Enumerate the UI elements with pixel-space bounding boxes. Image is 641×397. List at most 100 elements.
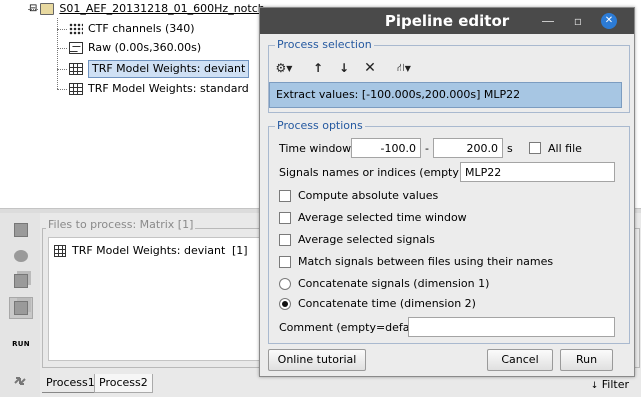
run-button[interactable]: RUN <box>9 333 33 355</box>
option-label: Compute absolute values <box>298 189 439 202</box>
comment-input[interactable] <box>408 317 615 337</box>
pipeline-menu-button[interactable]: ⛙ ▼ <box>389 58 419 78</box>
online-tutorial-button[interactable]: Online tutorial <box>268 349 366 371</box>
brain-icon <box>14 250 28 262</box>
tree-item-raw[interactable]: Raw (0.00s,360.00s) <box>69 39 201 57</box>
time-start-input[interactable] <box>351 138 421 158</box>
tree-connector <box>57 69 67 70</box>
matrix-icon <box>54 244 66 257</box>
time-window-row: Time window: - s All file <box>279 138 582 158</box>
arrow-up-icon: ↑ <box>312 61 324 75</box>
restore-icon[interactable]: ▫ <box>570 13 586 29</box>
list-item-label: TRF Model Weights: deviant <box>72 244 226 257</box>
minimize-icon[interactable]: ― <box>540 13 556 29</box>
checkbox[interactable] <box>279 255 291 268</box>
list-item[interactable]: TRF Model Weights: deviant <box>54 244 225 257</box>
signals-label: Signals names or indices (empty=all): <box>279 165 489 179</box>
all-file-label: All file <box>548 141 582 155</box>
tree-item-deviant[interactable]: TRF Model Weights: deviant <box>69 60 250 78</box>
comment-row: Comment (empty=default): <box>279 317 615 337</box>
option-label: Match signals between files using their … <box>298 255 554 268</box>
signals-input[interactable] <box>460 162 615 182</box>
tree-item-channels[interactable]: CTF channels (340) <box>69 20 195 38</box>
tab-process1[interactable]: Process1 <box>42 374 99 393</box>
gear-icon: ⚙ <box>275 61 287 75</box>
process-sources-button[interactable] <box>9 245 33 267</box>
folder-icon <box>40 3 55 15</box>
move-down-button[interactable]: ↓ <box>331 58 357 78</box>
list-item-count: [1] <box>232 244 248 257</box>
option-label: Average selected signals <box>298 233 435 246</box>
collapse-icon[interactable]: ⊟ <box>29 0 37 18</box>
refresh-icon[interactable] <box>12 373 28 389</box>
checkbox[interactable] <box>279 189 291 202</box>
time-unit: s <box>507 141 513 155</box>
cancel-button[interactable]: Cancel <box>487 349 553 371</box>
dropdown-arrow-icon: ▼ <box>404 63 411 73</box>
option-absolute[interactable]: Compute absolute values <box>279 189 438 202</box>
process-recordings-button[interactable] <box>9 219 33 241</box>
selected-process-item[interactable]: Extract values: [-100.000s,200.000s] MLP… <box>269 82 622 108</box>
dropdown-arrow-icon: ▼ <box>286 63 293 73</box>
tab-label: Process1 <box>46 376 95 389</box>
matrix-icon <box>69 83 83 95</box>
tree-connector <box>57 89 67 90</box>
tree-icon: ⛙ <box>397 60 405 74</box>
option-average-signals[interactable]: Average selected signals <box>279 233 435 246</box>
tree-item-label: Raw (0.00s,360.00s) <box>88 41 202 54</box>
radio-button[interactable] <box>279 297 291 310</box>
filter-label: Filter <box>601 378 629 391</box>
group-title: Process selection <box>275 38 374 51</box>
files-list[interactable]: TRF Model Weights: deviant [1] <box>48 237 260 361</box>
tree-item-standard[interactable]: TRF Model Weights: standard <box>69 80 249 98</box>
radio-label: Concatenate signals (dimension 1) <box>298 277 490 290</box>
checkbox[interactable] <box>279 233 291 246</box>
tree-item-study[interactable]: ⊟ S01_AEF_20131218_01_600Hz_notch <box>29 0 265 18</box>
tree-item-label: TRF Model Weights: standard <box>88 82 249 95</box>
process-matrix-button[interactable] <box>9 297 33 319</box>
close-icon[interactable]: ✕ <box>601 13 617 29</box>
signals-row: Signals names or indices (empty=all): <box>279 162 615 182</box>
tree-item-label: TRF Model Weights: deviant <box>88 60 250 78</box>
radio-concat-signals[interactable]: Concatenate signals (dimension 1) <box>279 277 489 290</box>
raw-icon <box>69 42 83 54</box>
matrix-icon <box>69 63 83 75</box>
filter-arrow-icon: ↓ <box>590 381 599 391</box>
time-separator: - <box>425 141 429 155</box>
radio-button[interactable] <box>279 277 291 290</box>
tree-connector <box>57 29 67 30</box>
stack-icon <box>14 274 28 288</box>
dialog-titlebar[interactable]: Pipeline editor ― ▫ ✕ <box>260 8 634 34</box>
matrix-stack-icon <box>14 301 28 315</box>
group-title: Process options <box>275 119 365 132</box>
pipeline-editor-dialog: Pipeline editor ― ▫ ✕ Process selection … <box>259 7 635 377</box>
arrow-down-icon: ↓ <box>338 61 350 75</box>
process-sidebar: RUN <box>0 213 40 397</box>
all-file-checkbox[interactable] <box>529 142 541 154</box>
tab-label: Process2 <box>99 376 148 389</box>
delete-icon: ✕ <box>364 60 376 76</box>
process-timefreq-button[interactable] <box>9 270 33 292</box>
run-pipeline-button[interactable]: Run <box>560 349 613 371</box>
comment-label: Comment (empty=default): <box>279 320 432 334</box>
recordings-icon <box>14 223 28 237</box>
radio-concat-time[interactable]: Concatenate time (dimension 2) <box>279 297 476 310</box>
radio-label: Concatenate time (dimension 2) <box>298 297 476 310</box>
tree-connector <box>57 48 67 49</box>
study-label: S01_AEF_20131218_01_600Hz_notch <box>59 2 265 15</box>
option-label: Average selected time window <box>298 211 467 224</box>
time-window-label: Time window: <box>279 141 355 155</box>
files-panel-title: Files to process: Matrix [1] <box>46 218 196 231</box>
delete-button[interactable]: ✕ <box>357 58 383 78</box>
gear-menu-button[interactable]: ⚙ ▼ <box>269 58 299 78</box>
option-match-signals[interactable]: Match signals between files using their … <box>279 255 553 268</box>
process-toolbar: ⚙ ▼ ↑ ↓ ✕ ⛙ ▼ <box>269 57 619 79</box>
move-up-button[interactable]: ↑ <box>305 58 331 78</box>
channels-icon <box>69 23 83 35</box>
filter-button[interactable]: ↓ Filter <box>591 378 629 391</box>
time-end-input[interactable] <box>433 138 503 158</box>
tab-process2[interactable]: Process2 <box>94 374 153 393</box>
option-average-time[interactable]: Average selected time window <box>279 211 467 224</box>
tree-item-label: CTF channels (340) <box>88 22 195 35</box>
checkbox[interactable] <box>279 211 291 224</box>
